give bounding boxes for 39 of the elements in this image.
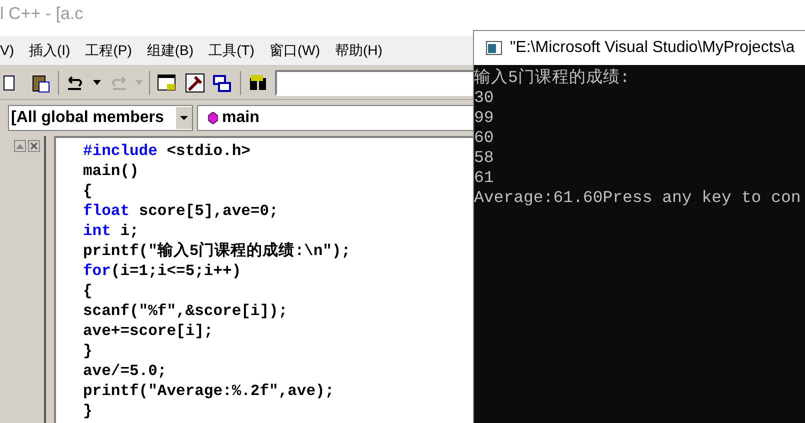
- close-icon[interactable]: [28, 140, 40, 152]
- console-app-icon: [486, 41, 502, 55]
- window-icon[interactable]: [156, 72, 178, 94]
- code-line: printf("输入5门课程的成绩:\n");: [83, 241, 351, 261]
- console-line: 输入5门课程的成绩:: [474, 68, 631, 88]
- code-line: printf("Average:%.2f",ave);: [83, 381, 334, 401]
- console-line: 30: [474, 88, 495, 108]
- code-line: }: [83, 341, 92, 361]
- menu-item[interactable]: 工具(T): [208, 40, 254, 61]
- console-line: 58: [474, 148, 495, 168]
- menu-item[interactable]: 帮助(H): [335, 40, 382, 61]
- menu-item[interactable]: V): [0, 40, 14, 61]
- console-line: 99: [474, 108, 495, 128]
- console-line: Average:61.60Press any key to con: [474, 188, 802, 208]
- code-line: {: [83, 181, 92, 201]
- code-line: }: [83, 401, 92, 421]
- code-line: main(): [83, 161, 139, 181]
- menu-item[interactable]: 窗口(W): [269, 40, 320, 61]
- window-title: l C++ - [a.c: [0, 3, 84, 25]
- console-title: "E:\Microsoft Visual Studio\MyProjects\a: [510, 38, 795, 58]
- code-editor[interactable]: #include <stdio.h> main() { float score[5],ave=0; int i; printf("输入5门课程的成绩:\n"); for(i=1;i<=5;i++) { scanf("%f",&score[i]); ave+=score[i]; } ave/=5.0; printf("Average:%.2f",ave); }: [54, 136, 473, 423]
- console-line: 61: [474, 168, 495, 188]
- hammer-icon[interactable]: [184, 72, 206, 94]
- code-line: {: [83, 281, 92, 301]
- code-line: #include <stdio.h>: [83, 141, 250, 161]
- menu-item[interactable]: 组建(B): [146, 40, 194, 61]
- code-line: scanf("%f",&score[i]);: [83, 301, 288, 321]
- code-line: int i;: [83, 221, 139, 241]
- menu-item[interactable]: 插入(I): [29, 40, 70, 61]
- code-line: ave+=score[i];: [83, 321, 214, 341]
- menu-item[interactable]: 工程(P): [85, 40, 132, 61]
- members-combo[interactable]: [All global members: [8, 105, 193, 131]
- code-line: for(i=1;i<=5;i++): [83, 261, 242, 281]
- caret-icon[interactable]: [93, 80, 101, 85]
- find-field[interactable]: [275, 70, 475, 96]
- console-line: 60: [474, 128, 495, 148]
- code-line: float score[5],ave=0;: [83, 201, 278, 221]
- code-line: ave/=5.0;: [83, 361, 167, 381]
- diamond-icon: [208, 112, 218, 124]
